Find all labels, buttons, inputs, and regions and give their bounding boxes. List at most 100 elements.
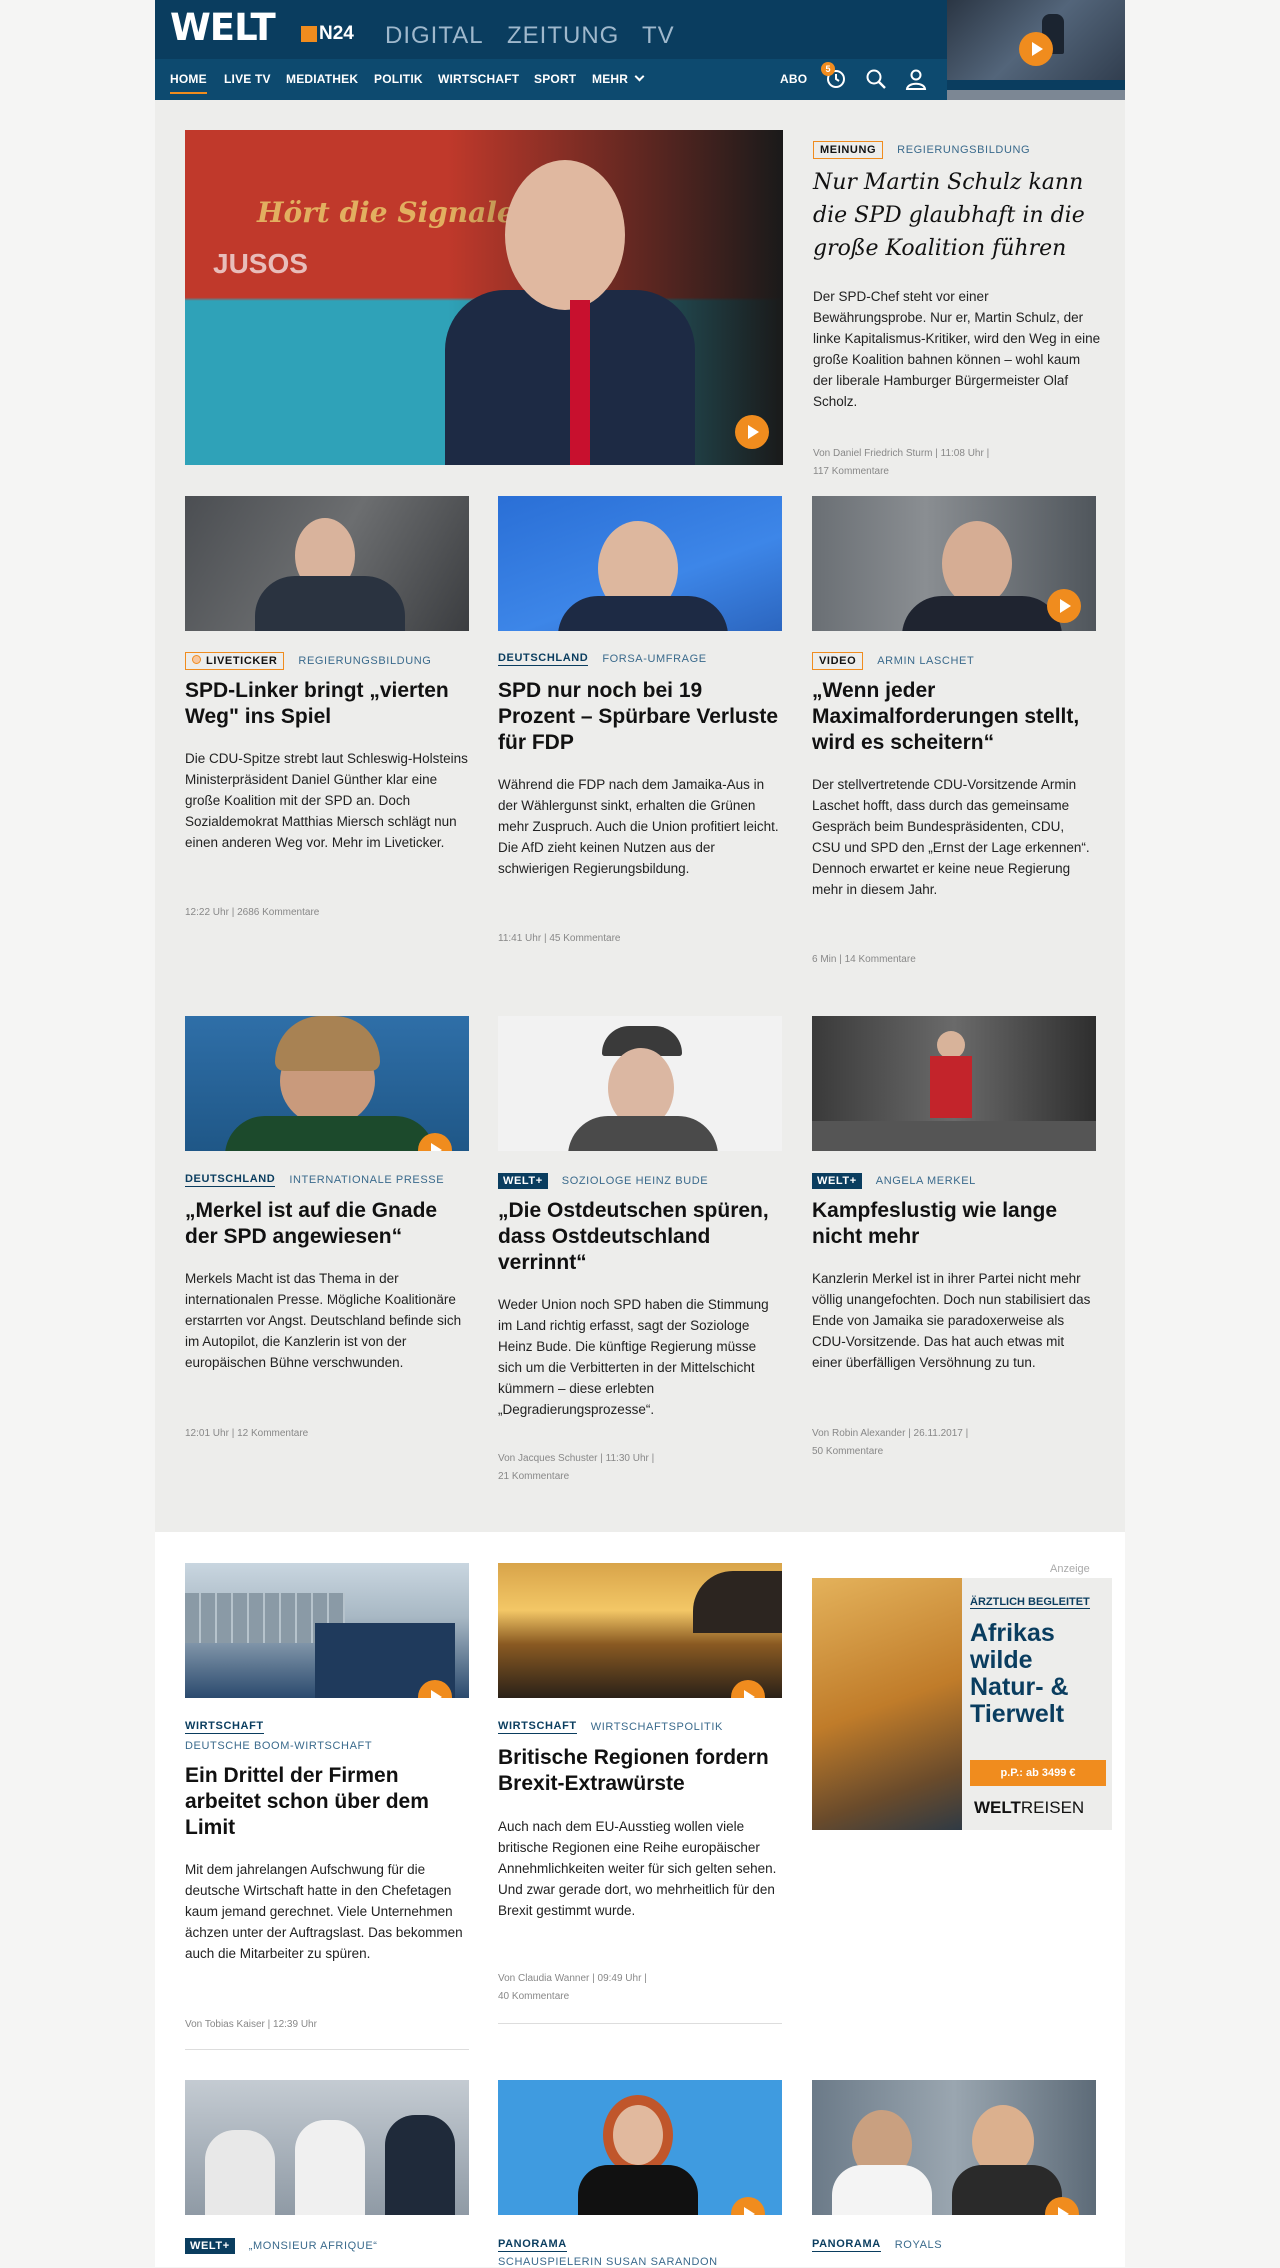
- nav-mehr-label: MEHR: [592, 72, 629, 86]
- headline-row2-1[interactable]: „Merkel ist auf die Gnade der SPD angewi…: [185, 1198, 469, 1250]
- kicker-topic[interactable]: WIRTSCHAFTSPOLITIK: [591, 1721, 723, 1733]
- kicker-liveticker[interactable]: LIVETICKER: [185, 652, 285, 670]
- play-icon[interactable]: [1019, 32, 1053, 66]
- n24-logo[interactable]: N24: [301, 23, 354, 45]
- divider: [498, 2023, 782, 2024]
- kicker-row3-1: WIRTSCHAFT: [185, 1720, 264, 1734]
- play-icon[interactable]: [1047, 589, 1081, 623]
- headline-row2-3[interactable]: Kampfeslustig wie lange nicht mehr: [812, 1198, 1096, 1250]
- teaser-row1-2: Während die FDP nach dem Jamaika-Aus in …: [498, 777, 779, 876]
- advertisement[interactable]: ÄRZTLICH BEGLEITET Afrikas wilde Natur- …: [812, 1578, 1112, 1830]
- meta-row3-1: Von Tobias Kaiser | 12:39 Uhr: [185, 2019, 317, 2030]
- article-image[interactable]: [185, 496, 469, 631]
- kicker-topic[interactable]: REGIERUNGSBILDUNG: [298, 655, 431, 667]
- nav-wirtschaft[interactable]: WIRTSCHAFT: [438, 72, 519, 86]
- hero-comments[interactable]: 117 Kommentare: [813, 463, 1103, 481]
- kicker-topic[interactable]: SOZIOLOGE HEINZ BUDE: [562, 1175, 708, 1187]
- kicker-row2-2: WELT+ SOZIOLOGE HEINZ BUDE: [498, 1173, 708, 1189]
- top-link-tv[interactable]: TV: [642, 22, 675, 50]
- kicker-topic[interactable]: DEUTSCHE BOOM-WIRTSCHAFT: [185, 1740, 372, 1752]
- meta-row2-1: 12:01 Uhr | 12 Kommentare: [185, 1428, 309, 1439]
- article-image[interactable]: [498, 2080, 782, 2215]
- live-tv-thumbnail[interactable]: [947, 0, 1125, 100]
- ad-title: Afrikas wilde Natur- & Tierwelt: [970, 1619, 1069, 1728]
- article-image[interactable]: [812, 2080, 1096, 2215]
- nav-sport[interactable]: SPORT: [534, 72, 576, 86]
- headline-row1-1[interactable]: SPD-Linker bringt „vierten Weg" ins Spie…: [185, 678, 469, 730]
- meta-row2-2: Von Jacques Schuster | 11:30 Uhr | 21 Ko…: [498, 1450, 654, 1486]
- kicker-video[interactable]: VIDEO: [812, 652, 864, 670]
- headline-row3-2[interactable]: Britische Regionen fordern Brexit-Extraw…: [498, 1745, 782, 1797]
- top-link-digital[interactable]: DIGITAL: [385, 22, 484, 50]
- tv-ticker-bar-2: [947, 90, 1125, 100]
- hero-headline[interactable]: Nur Martin Schulz kann die SPD glaubhaft…: [813, 166, 1103, 265]
- kicker-topic[interactable]: ANGELA MERKEL: [876, 1175, 976, 1187]
- article-image[interactable]: [812, 1016, 1096, 1151]
- kicker-section[interactable]: WIRTSCHAFT: [185, 1720, 264, 1734]
- article-image[interactable]: [185, 1016, 469, 1151]
- image-face: [942, 521, 1012, 606]
- meta-row1-1: 12:22 Uhr | 2686 Kommentare: [185, 907, 320, 918]
- headline-row1-2[interactable]: SPD nur noch bei 19 Prozent – Spürbare V…: [498, 678, 782, 756]
- teaser-row1-1: Die CDU-Spitze strebt laut Schleswig-Hol…: [185, 751, 468, 850]
- headline-row3-1[interactable]: Ein Drittel der Firmen arbeitet schon üb…: [185, 1763, 469, 1841]
- headline-row2-2[interactable]: „Die Ostdeutschen spüren, dass Ostdeutsc…: [498, 1198, 782, 1276]
- hero-person-tie: [570, 300, 590, 465]
- kicker-topic[interactable]: INTERNATIONALE PRESSE: [289, 1174, 444, 1186]
- welt-plus-badge[interactable]: WELT+: [185, 2238, 235, 2254]
- kicker-row1-3: VIDEO ARMIN LASCHET: [812, 652, 974, 670]
- ad-price-button[interactable]: p.P.: ab 3499 €: [970, 1760, 1106, 1786]
- kicker-section[interactable]: WIRTSCHAFT: [498, 1720, 577, 1734]
- kicker-topic[interactable]: FORSA-UMFRAGE: [602, 653, 706, 665]
- top-link-zeitung[interactable]: ZEITUNG: [507, 22, 619, 50]
- comments-count[interactable]: 21 Kommentare: [498, 1468, 654, 1486]
- kicker-row1-1: LIVETICKER REGIERUNGSBILDUNG: [185, 652, 431, 670]
- comments-count[interactable]: 40 Kommentare: [498, 1988, 647, 2006]
- kicker-section[interactable]: PANORAMA: [812, 2238, 881, 2252]
- user-icon[interactable]: [905, 68, 927, 95]
- article-image[interactable]: [498, 496, 782, 631]
- kicker-topic[interactable]: „MONSIEUR AFRIQUE“: [249, 2240, 378, 2252]
- search-icon[interactable]: [865, 68, 887, 95]
- welt-plus-badge[interactable]: WELT+: [812, 1173, 862, 1189]
- nav-politik[interactable]: POLITIK: [374, 72, 423, 86]
- hero-person-face: [505, 160, 625, 310]
- kicker-row4-2: PANORAMA: [498, 2238, 567, 2252]
- article-image[interactable]: [498, 1563, 782, 1698]
- ad-lion-image: [812, 1578, 962, 1830]
- top-bar: WELT N24 DIGITAL ZEITUNG TV: [155, 0, 947, 59]
- nav-mediathek[interactable]: MEDIATHEK: [286, 72, 358, 86]
- kicker-topic[interactable]: ARMIN LASCHET: [877, 655, 974, 667]
- n24-label: N24: [319, 23, 354, 44]
- headline-row1-3[interactable]: „Wenn jeder Maximalforderungen stellt, w…: [812, 678, 1096, 756]
- nav-home[interactable]: HOME: [170, 72, 207, 94]
- comments-count[interactable]: 50 Kommentare: [812, 1443, 968, 1461]
- play-icon[interactable]: [735, 415, 769, 449]
- nav-live-tv[interactable]: LIVE TV: [224, 72, 271, 86]
- kicker-meinung[interactable]: MEINUNG: [813, 141, 884, 159]
- hero-meta: Von Daniel Friedrich Sturm | 11:08 Uhr |…: [813, 445, 1103, 481]
- tv-ticker-bar: [947, 80, 1125, 90]
- teaser-row3-2: Auch nach dem EU-Ausstieg wollen viele b…: [498, 1819, 777, 1918]
- welt-logo[interactable]: WELT: [170, 6, 276, 49]
- kicker-row4-2-topic: SCHAUSPIELERIN SUSAN SARANDON: [498, 2256, 718, 2268]
- article-image[interactable]: [185, 1563, 469, 1698]
- kicker-section[interactable]: PANORAMA: [498, 2238, 567, 2252]
- byline: Von Jacques Schuster | 11:30 Uhr |: [498, 1453, 655, 1464]
- hero-image[interactable]: Hört die Signale! JUSOS: [185, 130, 783, 465]
- image-face: [613, 2105, 663, 2165]
- kicker-section[interactable]: DEUTSCHLAND: [498, 652, 589, 666]
- image-body: [558, 596, 728, 631]
- nav-mehr[interactable]: MEHR: [592, 71, 645, 86]
- image-floor: [812, 1121, 1096, 1151]
- article-image[interactable]: [812, 496, 1096, 631]
- article-image[interactable]: [185, 2080, 469, 2215]
- article-image[interactable]: [498, 1016, 782, 1151]
- kicker-topic[interactable]: REGIERUNGSBILDUNG: [897, 144, 1030, 156]
- welt-plus-badge[interactable]: WELT+: [498, 1173, 548, 1189]
- abo-link[interactable]: ABO: [780, 72, 807, 86]
- kicker-section[interactable]: DEUTSCHLAND: [185, 1173, 276, 1187]
- kicker-row3-2: WIRTSCHAFT WIRTSCHAFTSPOLITIK: [498, 1720, 723, 1734]
- kicker-topic[interactable]: SCHAUSPIELERIN SUSAN SARANDON: [498, 2256, 718, 2268]
- kicker-topic[interactable]: ROYALS: [895, 2239, 942, 2251]
